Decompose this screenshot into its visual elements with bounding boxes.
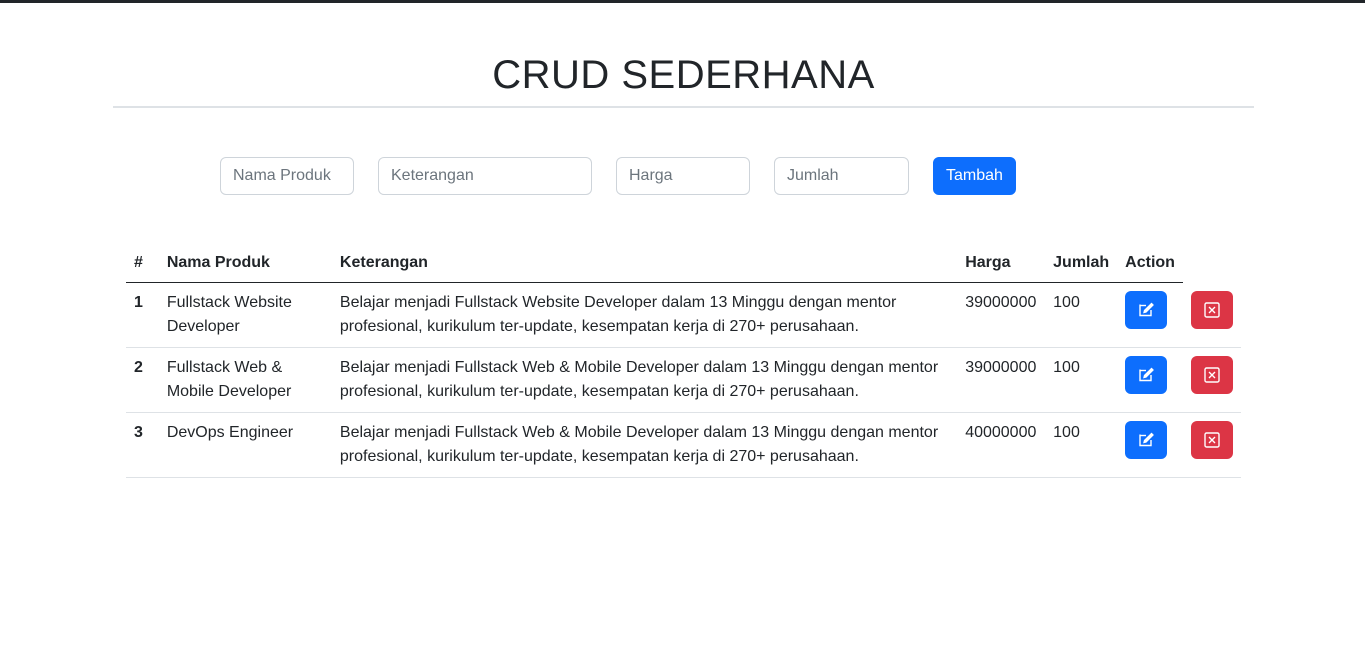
table-header: # Nama Produk Keterangan Harga Jumlah Ac… bbox=[126, 244, 1241, 283]
nama-produk-input[interactable] bbox=[220, 157, 354, 195]
row-edit-cell bbox=[1117, 347, 1183, 413]
header-action: Action bbox=[1117, 244, 1183, 283]
row-jumlah: 100 bbox=[1045, 282, 1118, 348]
table-row: 3 DevOps Engineer Belajar menjadi Fullst… bbox=[126, 412, 1241, 478]
header-no: # bbox=[126, 244, 159, 283]
row-jumlah: 100 bbox=[1045, 412, 1118, 478]
product-table: # Nama Produk Keterangan Harga Jumlah Ac… bbox=[126, 244, 1241, 478]
header-spacer bbox=[1183, 244, 1241, 283]
row-harga: 39000000 bbox=[957, 347, 1046, 413]
close-square-icon bbox=[1204, 367, 1220, 383]
close-square-icon bbox=[1204, 301, 1220, 318]
row-keterangan: Belajar menjadi Fullstack Web & Mobile D… bbox=[331, 412, 958, 478]
title-divider bbox=[113, 106, 1254, 108]
row-edit-cell bbox=[1117, 282, 1183, 348]
delete-button[interactable] bbox=[1190, 356, 1233, 394]
edit-icon bbox=[1139, 432, 1155, 447]
row-nama-produk: DevOps Engineer bbox=[158, 412, 332, 478]
header-jumlah: Jumlah bbox=[1045, 244, 1118, 283]
row-number: 1 bbox=[126, 282, 159, 348]
delete-button[interactable] bbox=[1190, 290, 1233, 329]
close-square-icon bbox=[1204, 432, 1220, 448]
edit-button[interactable] bbox=[1125, 356, 1168, 394]
edit-button[interactable] bbox=[1125, 421, 1168, 459]
header-row: # Nama Produk Keterangan Harga Jumlah Ac… bbox=[126, 244, 1241, 283]
row-keterangan: Belajar menjadi Fullstack Website Develo… bbox=[331, 282, 958, 348]
delete-button[interactable] bbox=[1190, 421, 1233, 459]
add-product-form: Tambah bbox=[0, 157, 1365, 195]
header-nama-produk: Nama Produk bbox=[158, 244, 332, 283]
row-delete-cell bbox=[1182, 347, 1241, 413]
row-number: 2 bbox=[126, 347, 159, 413]
page-title: CRUD SEDERHANA bbox=[492, 53, 875, 97]
keterangan-input[interactable] bbox=[378, 157, 592, 195]
row-jumlah: 100 bbox=[1045, 347, 1118, 413]
jumlah-input[interactable] bbox=[774, 157, 909, 195]
row-keterangan: Belajar menjadi Fullstack Web & Mobile D… bbox=[331, 347, 958, 413]
edit-button[interactable] bbox=[1125, 291, 1168, 329]
row-nama-produk: Fullstack Web & Mobile Developer bbox=[158, 347, 332, 413]
header-harga: Harga bbox=[957, 244, 1046, 283]
top-border bbox=[0, 0, 1365, 3]
edit-icon bbox=[1139, 302, 1155, 317]
header-keterangan: Keterangan bbox=[331, 244, 958, 283]
row-number: 3 bbox=[126, 412, 159, 478]
row-nama-produk: Fullstack Website Developer bbox=[158, 282, 332, 348]
tambah-button[interactable]: Tambah bbox=[933, 157, 1016, 195]
edit-icon bbox=[1139, 367, 1155, 382]
table-body: 1 Fullstack Website Developer Belajar me… bbox=[126, 282, 1241, 478]
row-harga: 39000000 bbox=[957, 282, 1046, 348]
table-row: 1 Fullstack Website Developer Belajar me… bbox=[126, 282, 1241, 348]
table-row: 2 Fullstack Web & Mobile Developer Belaj… bbox=[126, 347, 1241, 413]
harga-input[interactable] bbox=[616, 157, 750, 195]
row-delete-cell bbox=[1182, 282, 1241, 348]
row-edit-cell bbox=[1117, 412, 1183, 478]
row-delete-cell bbox=[1182, 412, 1241, 478]
row-harga: 40000000 bbox=[957, 412, 1046, 478]
